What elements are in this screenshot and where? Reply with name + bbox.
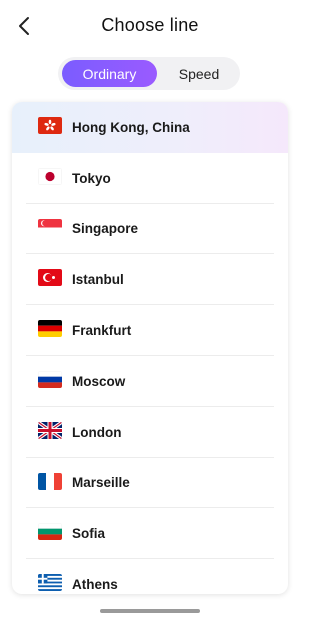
line-name: Sofia: [72, 526, 106, 542]
home-indicator[interactable]: [100, 609, 200, 613]
line-name: Athens: [72, 577, 118, 593]
germany-flag-icon: [38, 320, 62, 338]
uk-flag-icon: [38, 421, 62, 439]
line-name: Singapore: [72, 221, 139, 237]
line-item-istanbul[interactable]: Istanbul: [12, 254, 288, 306]
line-name: Istanbul: [72, 272, 124, 288]
tab-ordinary[interactable]: Ordinary: [62, 60, 157, 87]
singapore-flag-icon: [38, 218, 62, 236]
line-item-moscow[interactable]: Moscow: [12, 356, 288, 407]
line-name: Hong Kong, China: [72, 119, 190, 135]
line-type-switch: Ordinary Speed: [58, 57, 240, 90]
line-item-tokyo[interactable]: Tokyo: [12, 153, 288, 204]
japan-flag-icon: [38, 167, 62, 185]
bulgaria-flag-icon: [38, 523, 62, 541]
line-name: Frankfurt: [72, 323, 132, 339]
line-item-marseille[interactable]: Marseille: [12, 458, 288, 509]
tab-speed[interactable]: Speed: [162, 60, 236, 87]
line-name: Marseille: [72, 475, 130, 491]
header-bar: Choose line: [0, 0, 300, 52]
line-name: London: [72, 424, 122, 440]
line-item-frankfurt[interactable]: Frankfurt: [12, 305, 288, 356]
hong-kong-flag-icon: [38, 117, 62, 134]
line-item-london[interactable]: London: [12, 407, 288, 458]
greece-flag-icon: [38, 574, 62, 592]
line-item-singapore[interactable]: Singapore: [12, 204, 288, 255]
line-name: Tokyo: [72, 170, 111, 186]
russia-flag-icon: [38, 370, 62, 388]
line-item-hong-kong[interactable]: Hong Kong, China: [12, 102, 288, 153]
line-item-athens[interactable]: Athens: [12, 559, 288, 594]
line-item-sofia[interactable]: Sofia: [12, 508, 288, 560]
page-title: Choose line: [101, 15, 199, 35]
line-name: Moscow: [72, 373, 126, 389]
france-flag-icon: [38, 472, 62, 490]
line-list: Hong Kong, China Tokyo Singapore Istanbu…: [12, 102, 288, 594]
turkey-flag-icon: [38, 269, 62, 287]
